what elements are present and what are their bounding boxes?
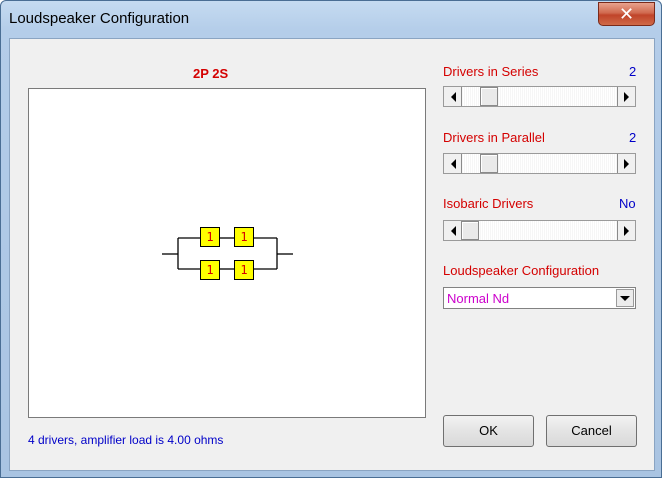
close-button[interactable]: ✕ [598, 2, 655, 26]
close-icon: ✕ [618, 4, 635, 25]
series-scrollbar[interactable] [443, 86, 636, 107]
configuration-label: Loudspeaker Configuration [443, 263, 600, 278]
driver-box: 1 [200, 227, 220, 247]
cancel-button[interactable]: Cancel [546, 415, 637, 447]
driver-box: 1 [234, 260, 254, 280]
parallel-scrollbar[interactable] [443, 153, 636, 174]
series-label: Drivers in Series [443, 64, 539, 79]
configuration-select[interactable]: Normal Nd [443, 287, 636, 309]
configuration-select-value: Normal Nd [447, 291, 510, 306]
driver-box: 1 [234, 227, 254, 247]
wiring-diagram: 1 1 1 1 [28, 88, 426, 418]
scroll-right-arrow-icon[interactable] [617, 154, 635, 173]
scroll-right-arrow-icon[interactable] [617, 87, 635, 106]
dropdown-arrow-icon[interactable] [616, 289, 634, 307]
title-bar[interactable]: Loudspeaker Configuration ✕ [1, 1, 661, 37]
dialog-client-area: 2P 2S 1 1 1 1 4 drivers, amplifier load … [9, 38, 655, 471]
configuration-summary-label: 2P 2S [193, 66, 229, 81]
scroll-right-arrow-icon[interactable] [617, 221, 635, 240]
scroll-thumb[interactable] [480, 154, 498, 173]
parallel-label: Drivers in Parallel [443, 130, 545, 145]
wiring-lines [162, 237, 293, 270]
driver-box: 1 [200, 260, 220, 280]
status-text: 4 drivers, amplifier load is 4.00 ohms [28, 433, 224, 447]
series-value: 2 [629, 64, 637, 79]
scroll-thumb[interactable] [461, 221, 479, 240]
dialog-window: Loudspeaker Configuration ✕ 2P 2S 1 1 1 … [0, 0, 662, 478]
ok-button[interactable]: OK [443, 415, 534, 447]
scroll-left-arrow-icon[interactable] [444, 221, 462, 240]
isobaric-scrollbar[interactable] [443, 220, 636, 241]
isobaric-value: No [619, 196, 636, 211]
window-title: Loudspeaker Configuration [9, 10, 190, 27]
isobaric-label: Isobaric Drivers [443, 196, 534, 211]
parallel-value: 2 [629, 130, 637, 145]
scroll-left-arrow-icon[interactable] [444, 154, 462, 173]
scroll-left-arrow-icon[interactable] [444, 87, 462, 106]
scroll-thumb[interactable] [480, 87, 498, 106]
